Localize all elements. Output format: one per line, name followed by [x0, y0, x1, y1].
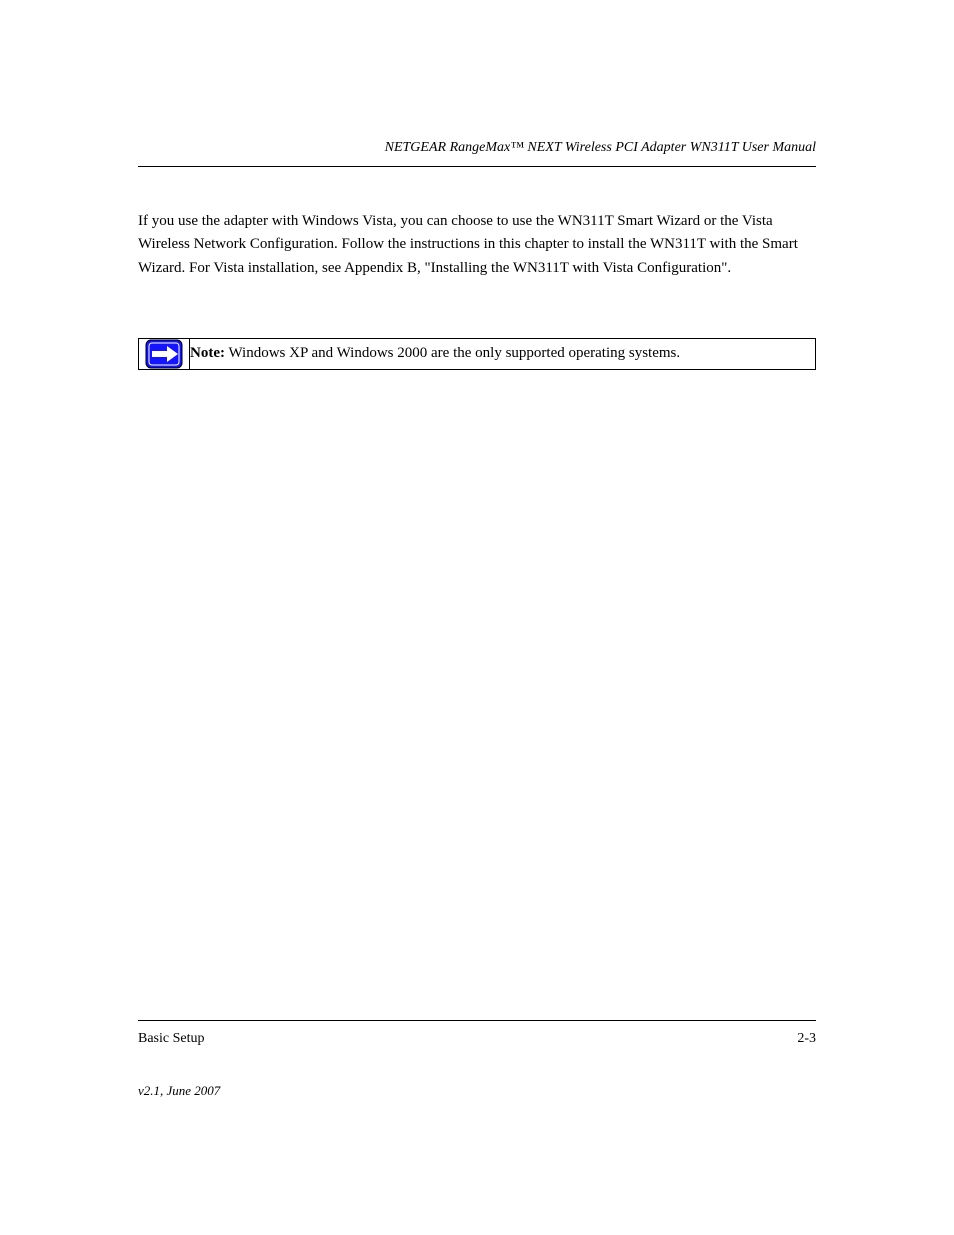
- note-label: Note:: [190, 345, 225, 361]
- header-rule: [138, 166, 816, 167]
- document-page: NETGEAR RangeMax™ NEXT Wireless PCI Adap…: [0, 0, 954, 1235]
- note-icon-cell: [139, 338, 190, 369]
- note-box: Note: Windows XP and Windows 2000 are th…: [138, 338, 816, 370]
- note-text: Windows XP and Windows 2000 are the only…: [228, 345, 680, 361]
- page-footer: Basic Setup 2-3 v2.1, June 2007: [138, 1020, 816, 1099]
- footer-rule: [138, 1020, 816, 1021]
- footer-line: Basic Setup 2-3: [138, 1031, 816, 1047]
- intro-paragraph: If you use the adapter with Windows Vist…: [138, 210, 816, 280]
- note-text-cell: Note: Windows XP and Windows 2000 are th…: [190, 338, 816, 369]
- page-body: If you use the adapter with Windows Vist…: [138, 210, 816, 370]
- footer-version-date: v2.1, June 2007: [138, 1083, 816, 1099]
- footer-page-number: 2-3: [797, 1031, 816, 1047]
- footer-section-name: Basic Setup: [138, 1031, 205, 1047]
- document-title: NETGEAR RangeMax™ NEXT Wireless PCI Adap…: [138, 140, 816, 156]
- arrow-right-icon: [145, 339, 183, 369]
- page-header: NETGEAR RangeMax™ NEXT Wireless PCI Adap…: [138, 140, 816, 167]
